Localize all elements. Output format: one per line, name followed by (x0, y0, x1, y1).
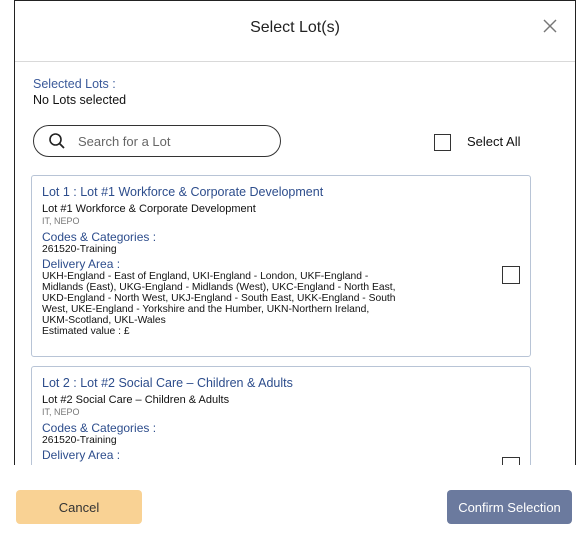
lot-title: Lot 2 : Lot #2 Social Care – Children & … (42, 376, 293, 390)
lot-title: Lot 1 : Lot #1 Workforce & Corporate Dev… (42, 185, 324, 199)
search-icon (49, 133, 65, 149)
select-all-checkbox[interactable] (434, 134, 451, 151)
lot-card-1[interactable]: Lot 1 : Lot #1 Workforce & Corporate Dev… (31, 175, 531, 357)
codes-categories-label: Codes & Categories : (42, 230, 157, 244)
lot-name: Lot #1 Workforce & Corporate Development (42, 203, 256, 215)
search-box[interactable] (33, 125, 281, 157)
codes-categories-label: Codes & Categories : (42, 421, 157, 435)
estimated-value: Estimated value : £ (42, 326, 130, 337)
close-icon[interactable] (539, 15, 561, 37)
header-divider (15, 61, 575, 62)
selected-lots-value: No Lots selected (33, 93, 127, 107)
confirm-selection-button[interactable]: Confirm Selection (447, 490, 572, 524)
delivery-area-line: UKH-England - East of England, UKI-Engla… (42, 271, 369, 282)
lot-tags: IT, NEPO (42, 407, 80, 417)
delivery-area-line: West, UKE-England - Yorkshire and the Hu… (42, 304, 370, 315)
lot-tags: IT, NEPO (42, 216, 80, 226)
delivery-area-label: Delivery Area : (42, 257, 121, 271)
delivery-area-line: UKD-England - North West, UKJ-England - … (42, 293, 396, 304)
select-all-label: Select All (467, 134, 521, 149)
select-lots-modal: Select Lot(s) Selected Lots : No Lots se… (14, 0, 576, 540)
selected-lots-label: Selected Lots : (33, 77, 116, 91)
delivery-area-label: Delivery Area : (42, 448, 121, 462)
lot-1-checkbox[interactable] (502, 266, 520, 284)
cancel-button[interactable]: Cancel (16, 490, 142, 524)
lot-name: Lot #2 Social Care – Children & Adults (42, 394, 230, 406)
search-input[interactable] (76, 132, 250, 150)
delivery-area-line: UKM-Scotland, UKL-Wales (42, 315, 166, 326)
modal-title: Select Lot(s) (250, 19, 340, 36)
codes-categories-value: 261520-Training (42, 435, 117, 446)
delivery-area-line: Midlands (East), UKG-England - Midlands … (42, 282, 396, 293)
codes-categories-value: 261520-Training (42, 244, 117, 255)
